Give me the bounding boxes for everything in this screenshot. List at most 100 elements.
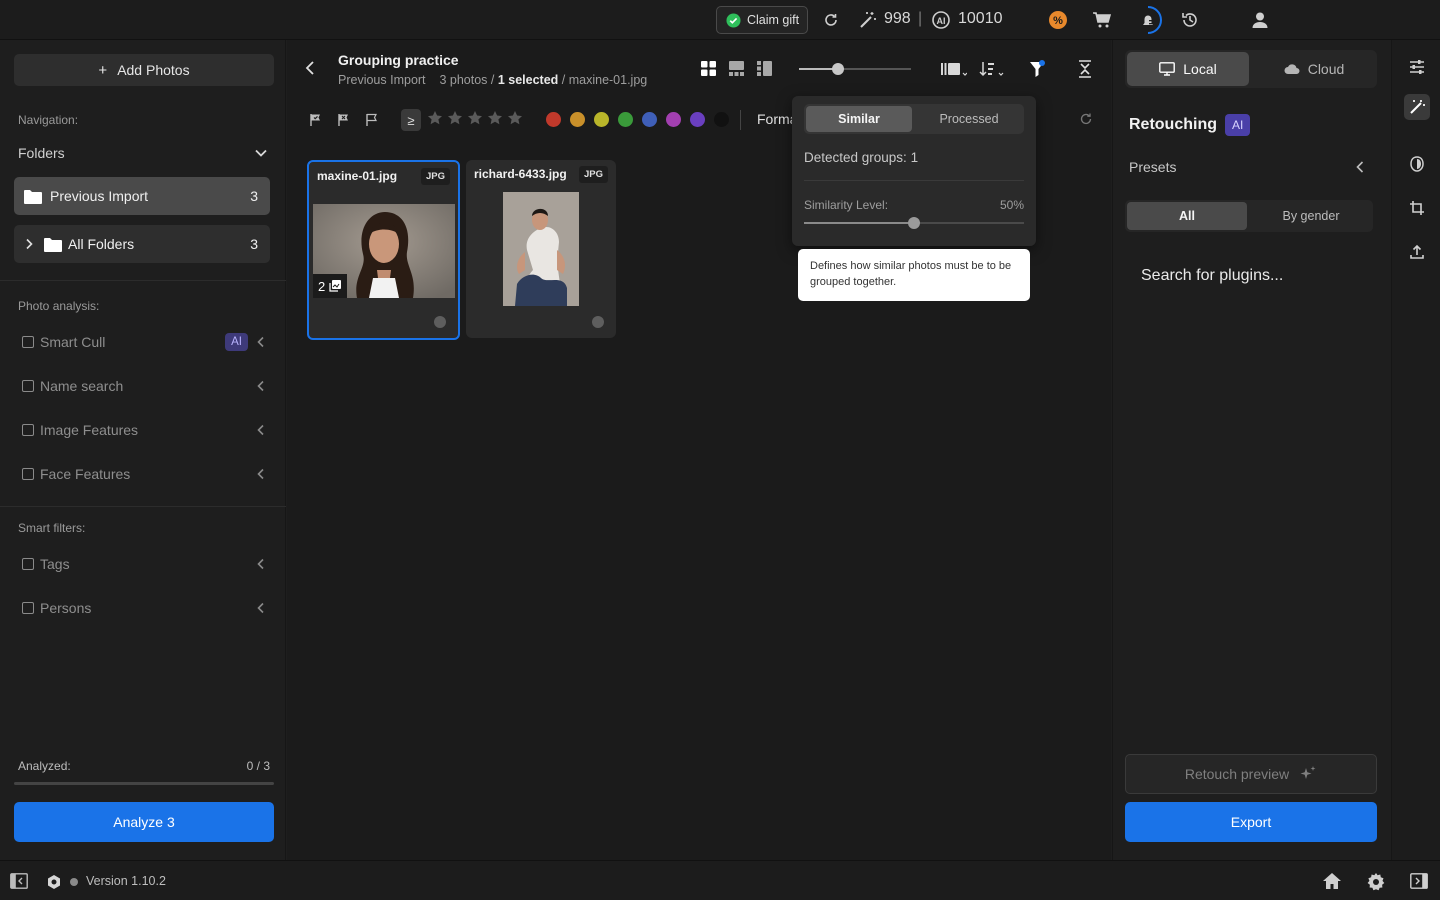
svg-text:AI: AI (937, 16, 946, 26)
color-label-dot[interactable] (666, 112, 681, 127)
checkbox[interactable] (22, 468, 34, 480)
filter-label: Tags (40, 556, 70, 572)
reset-filter-icon[interactable] (1079, 112, 1093, 126)
chevron-left-icon[interactable] (256, 602, 266, 614)
library-icon[interactable] (941, 61, 967, 77)
add-photos-button[interactable]: + Add Photos (14, 54, 274, 86)
face-features-filter[interactable]: Face Features (22, 462, 266, 486)
persons-filter[interactable]: Persons (22, 596, 266, 620)
folders-dropdown[interactable]: Folders (18, 145, 268, 161)
photo-filename: maxine-01.jpg (317, 169, 398, 183)
collapse-left-panel-icon[interactable] (10, 873, 28, 889)
refresh-icon[interactable] (819, 8, 843, 32)
checkbox[interactable] (22, 602, 34, 614)
chevron-down-icon (254, 146, 268, 160)
collapse-icon[interactable] (1077, 60, 1093, 78)
tab-similar[interactable]: Similar (806, 106, 912, 132)
divider (804, 180, 1024, 181)
sort-icon[interactable] (979, 60, 1005, 78)
export-upload-icon[interactable] (1404, 239, 1430, 265)
flag-unflagged-icon[interactable] (365, 113, 379, 127)
status-dot (70, 878, 78, 886)
tab-by-gender[interactable]: By gender (1251, 202, 1371, 230)
chevron-left-icon[interactable] (1355, 160, 1365, 174)
retouch-preview-button[interactable]: Retouch preview (1125, 754, 1377, 794)
breadcrumb-count: 3 photos / (439, 73, 495, 87)
filmstrip-view-icon[interactable] (729, 61, 744, 76)
cart-icon[interactable] (1090, 8, 1114, 32)
similarity-slider-handle[interactable] (908, 217, 920, 229)
flag-reject-icon[interactable] (337, 113, 351, 127)
color-label-dot[interactable] (570, 112, 585, 127)
chevron-right-icon[interactable] (24, 238, 34, 250)
cloud-tab[interactable]: Cloud (1253, 52, 1375, 86)
image-features-filter[interactable]: Image Features (22, 418, 266, 442)
chevron-left-icon[interactable] (256, 380, 266, 392)
color-label-dot[interactable] (592, 316, 604, 328)
home-icon[interactable] (1322, 872, 1342, 890)
checkbox[interactable] (22, 558, 34, 570)
collapse-right-panel-icon[interactable] (1410, 873, 1428, 889)
color-label-dot[interactable] (714, 112, 729, 127)
zoom-slider-handle[interactable] (832, 63, 844, 75)
folder-count: 3 (250, 188, 258, 204)
checkbox[interactable] (22, 424, 34, 436)
breadcrumb-folder[interactable]: Previous Import (338, 73, 426, 87)
color-label-dot[interactable] (618, 112, 633, 127)
presets-row[interactable]: Presets (1129, 159, 1365, 175)
discount-icon[interactable]: % (1046, 8, 1070, 32)
color-label-dot[interactable] (434, 316, 446, 328)
analysis-progress-bar (14, 782, 274, 785)
smart-cull-filter[interactable]: Smart Cull AI (22, 330, 266, 354)
star-icon[interactable] (487, 110, 503, 126)
user-icon[interactable] (1248, 8, 1272, 32)
checkbox[interactable] (22, 336, 34, 348)
analyzed-label: Analyzed: (18, 759, 71, 773)
chevron-left-icon[interactable] (256, 424, 266, 436)
filter-icon[interactable] (1029, 60, 1045, 78)
ai-badge: AI (1225, 114, 1251, 136)
name-search-filter[interactable]: Name search (22, 374, 266, 398)
adjustments-icon[interactable] (1404, 54, 1430, 80)
color-label-dot[interactable] (546, 112, 561, 127)
settings-gear-icon[interactable] (1366, 872, 1386, 892)
claim-gift-button[interactable]: Claim gift (716, 6, 808, 34)
star-icon[interactable] (507, 110, 523, 126)
crop-icon[interactable] (1404, 195, 1430, 221)
back-arrow-icon[interactable] (304, 60, 316, 76)
star-rating-filter[interactable] (427, 110, 523, 126)
grid-view-icon[interactable] (701, 61, 716, 76)
similarity-label: Similarity Level: (804, 198, 889, 212)
rating-operator-button[interactable]: ≥ (401, 109, 421, 131)
export-button[interactable]: Export (1125, 802, 1377, 842)
tab-all[interactable]: All (1127, 202, 1247, 230)
tab-processed[interactable]: Processed (916, 106, 1022, 132)
star-icon[interactable] (427, 110, 443, 126)
history-icon[interactable] (1178, 8, 1202, 32)
retouch-tool-icon[interactable] (1404, 94, 1430, 120)
photo-thumbnail[interactable]: maxine-01.jpg JPG 2 (307, 160, 460, 340)
analyze-button[interactable]: Analyze 3 (14, 802, 274, 842)
local-tab[interactable]: Local (1127, 52, 1249, 86)
chevron-left-icon[interactable] (256, 558, 266, 570)
compare-view-icon[interactable] (757, 61, 772, 76)
search-plugins-input[interactable]: Search for plugins... (1141, 267, 1283, 285)
folder-previous-import[interactable]: Previous Import 3 (14, 177, 270, 215)
color-label-dot[interactable] (594, 112, 609, 127)
star-icon[interactable] (467, 110, 483, 126)
mask-icon[interactable] (1404, 151, 1430, 177)
notifications-icon[interactable] (1133, 5, 1163, 35)
tags-filter[interactable]: Tags (22, 552, 266, 576)
chevron-left-icon[interactable] (256, 336, 266, 348)
checkbox[interactable] (22, 380, 34, 392)
star-icon[interactable] (447, 110, 463, 126)
breadcrumb: Previous Import 3 photos / 1 selected / … (338, 73, 647, 87)
color-label-dot[interactable] (690, 112, 705, 127)
chevron-left-icon[interactable] (256, 468, 266, 480)
folder-all-folders[interactable]: All Folders 3 (14, 225, 270, 263)
photo-analysis-label: Photo analysis: (18, 299, 100, 313)
photo-thumbnail[interactable]: richard-6433.jpg JPG (466, 160, 616, 338)
analyzed-value: 0 / 3 (246, 759, 270, 773)
color-label-dot[interactable] (642, 112, 657, 127)
flag-pick-icon[interactable] (309, 113, 323, 127)
